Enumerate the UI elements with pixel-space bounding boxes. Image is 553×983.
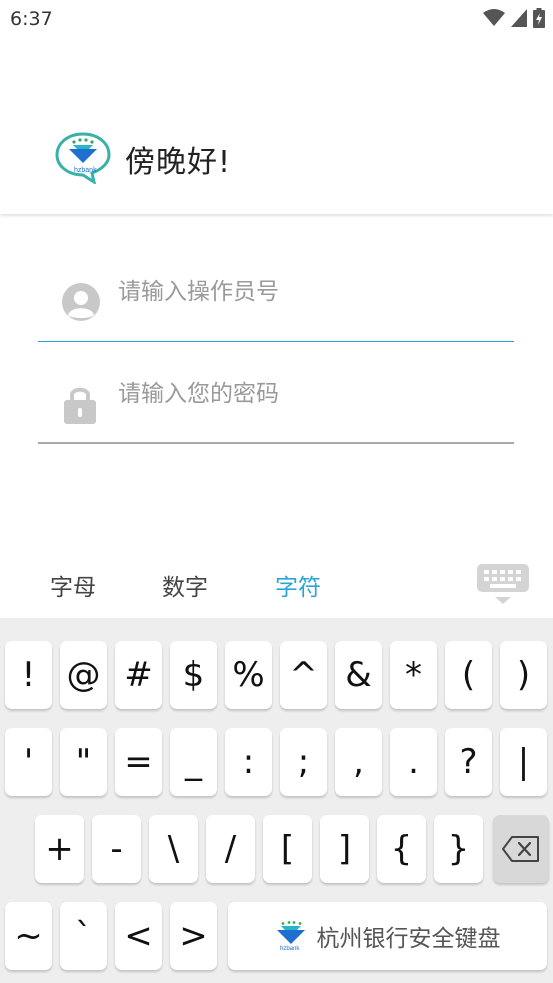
status-bar: 6:37 <box>0 0 553 36</box>
greeting-header: hzbank 傍晚好! <box>0 36 553 214</box>
tab-letters[interactable]: 字母 <box>50 568 96 602</box>
key[interactable]: > <box>170 902 217 970</box>
key[interactable]: . <box>390 728 437 796</box>
key[interactable]: [ <box>263 815 312 883</box>
user-icon <box>62 283 100 321</box>
password-field[interactable] <box>38 344 514 444</box>
key[interactable]: < <box>115 902 162 970</box>
key[interactable]: # <box>115 641 162 709</box>
key[interactable]: ? <box>445 728 492 796</box>
backspace-icon <box>502 836 539 862</box>
symbol-keyboard: ! @ # $ % ^ & * ( ) ' " = _ : ; , . ? | … <box>0 618 553 983</box>
password-input[interactable] <box>118 344 498 444</box>
key[interactable]: / <box>206 815 255 883</box>
tab-numbers[interactable]: 数字 <box>162 568 208 602</box>
key[interactable]: \ <box>149 815 198 883</box>
key[interactable]: ( <box>445 641 492 709</box>
wifi-icon <box>483 9 505 26</box>
status-icons <box>483 8 545 28</box>
greeting-text: 傍晚好! <box>125 145 232 180</box>
key[interactable]: @ <box>60 641 107 709</box>
keyboard-tab-bar: 字母 数字 字符 <box>0 552 553 618</box>
key[interactable]: * <box>390 641 437 709</box>
key[interactable]: ' <box>5 728 52 796</box>
key[interactable]: % <box>225 641 272 709</box>
key[interactable]: ^ <box>280 641 327 709</box>
battery-icon <box>533 8 545 28</box>
operator-underline <box>38 341 514 342</box>
key[interactable]: : <box>225 728 272 796</box>
operator-input[interactable] <box>118 242 498 342</box>
key[interactable]: ) <box>500 641 547 709</box>
keyboard-hide-icon[interactable] <box>475 562 531 606</box>
key[interactable]: ! <box>5 641 52 709</box>
lock-icon <box>64 387 96 424</box>
key[interactable]: ; <box>280 728 327 796</box>
key[interactable]: & <box>335 641 382 709</box>
key[interactable]: , <box>335 728 382 796</box>
key[interactable]: ] <box>320 815 369 883</box>
password-underline <box>38 442 514 444</box>
key[interactable]: + <box>35 815 84 883</box>
tab-symbols[interactable]: 字符 <box>275 568 321 602</box>
svg-text:hzbank: hzbank <box>280 946 300 951</box>
hzbank-logo-icon: hzbank <box>276 921 305 951</box>
key[interactable]: $ <box>170 641 217 709</box>
status-time: 6:37 <box>10 8 53 30</box>
key[interactable]: { <box>377 815 426 883</box>
key[interactable]: - <box>92 815 141 883</box>
key[interactable]: " <box>60 728 107 796</box>
svg-text:hzbank: hzbank <box>74 167 97 174</box>
key[interactable]: = <box>115 728 162 796</box>
key[interactable]: | <box>500 728 547 796</box>
key[interactable]: ~ <box>5 902 52 970</box>
space-key[interactable]: hzbank 杭州银行安全键盘 <box>228 902 547 970</box>
key[interactable]: } <box>434 815 483 883</box>
operator-field[interactable] <box>38 242 514 342</box>
cell-signal-icon <box>511 9 527 27</box>
keyboard-brand-label: 杭州银行安全键盘 <box>316 926 501 952</box>
key[interactable]: _ <box>170 728 217 796</box>
hzbank-logo-icon: hzbank <box>55 132 111 184</box>
key[interactable]: ` <box>60 902 107 970</box>
delete-key[interactable] <box>493 815 549 883</box>
